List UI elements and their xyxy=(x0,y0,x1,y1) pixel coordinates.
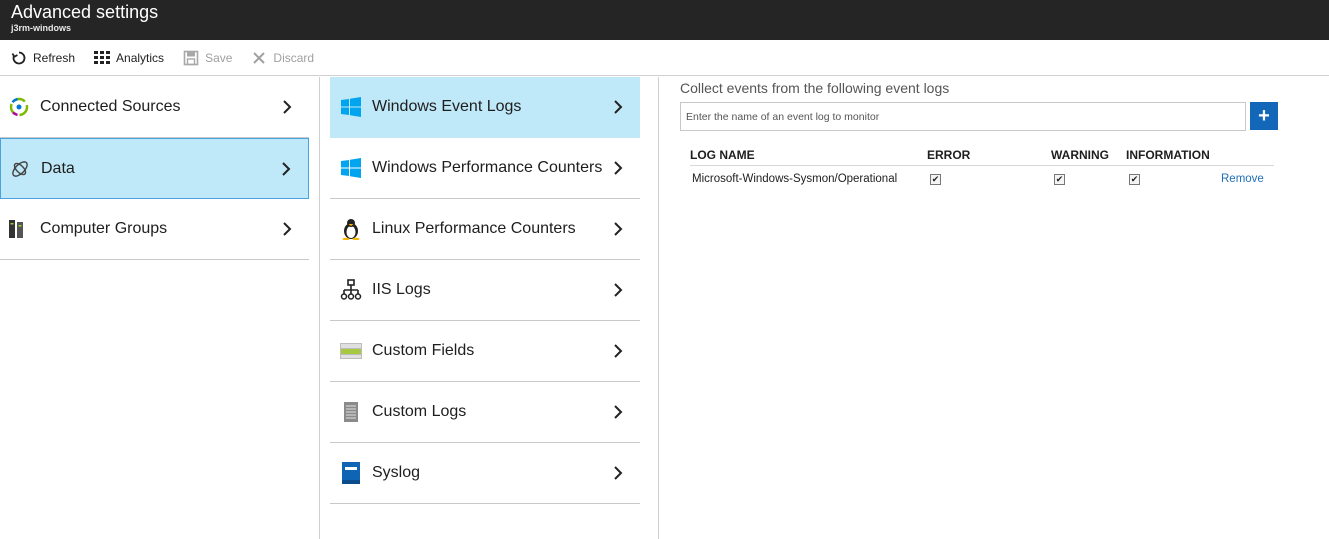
grid-icon xyxy=(94,50,111,66)
chevron-right-icon xyxy=(283,222,292,236)
custom-logs-icon xyxy=(340,401,362,423)
table-row: Microsoft-Windows-Sysmon/Operational ✔ ✔… xyxy=(690,166,1274,185)
discard-label: Discard xyxy=(273,50,315,65)
error-checkbox[interactable]: ✔ xyxy=(930,174,941,185)
chevron-right-icon xyxy=(282,161,291,176)
add-log-row: + xyxy=(680,102,1320,131)
syslog-icon xyxy=(340,462,362,484)
nav-item-label: Windows Event Logs xyxy=(372,98,522,115)
nav-item-windows-performance-counters[interactable]: Windows Performance Counters xyxy=(330,138,640,199)
nav-item-iis-logs[interactable]: IIS Logs xyxy=(330,260,640,321)
column-header-information: INFORMATION xyxy=(1126,148,1221,166)
network-icon xyxy=(340,279,362,301)
column-header-error: ERROR xyxy=(927,148,1051,166)
computer-groups-icon xyxy=(8,218,30,240)
save-button[interactable]: Save xyxy=(183,50,232,66)
column-header-actions xyxy=(1221,148,1274,166)
nav-item-label: IIS Logs xyxy=(372,281,431,298)
nav-item-syslog[interactable]: Syslog xyxy=(330,443,640,504)
column-header-warning: WARNING xyxy=(1051,148,1126,166)
close-icon xyxy=(251,50,267,66)
chevron-right-icon xyxy=(614,222,623,236)
event-logs-panel: Collect events from the following event … xyxy=(680,77,1320,185)
title-bar: Advanced settings j3rm-windows xyxy=(0,0,1329,40)
nav-item-custom-fields[interactable]: Custom Fields xyxy=(330,321,640,382)
windows-icon xyxy=(340,96,362,118)
connected-sources-icon xyxy=(8,96,30,118)
discard-button[interactable]: Discard xyxy=(251,50,314,66)
nav-item-connected-sources[interactable]: Connected Sources xyxy=(0,77,309,138)
linux-icon xyxy=(340,218,362,240)
refresh-icon xyxy=(11,50,27,66)
nav-item-label: Connected Sources xyxy=(40,98,181,115)
chevron-right-icon xyxy=(283,100,292,114)
table-header-row: LOG NAME ERROR WARNING INFORMATION xyxy=(690,148,1274,166)
event-log-input[interactable] xyxy=(680,102,1246,131)
nav-item-linux-performance-counters[interactable]: Linux Performance Counters xyxy=(330,199,640,260)
chevron-right-icon xyxy=(614,466,623,480)
nav-item-label: Custom Fields xyxy=(372,342,475,359)
nav-item-label: Windows Performance Counters xyxy=(372,159,603,176)
remove-link[interactable]: Remove xyxy=(1221,173,1264,185)
chevron-right-icon xyxy=(614,100,623,114)
event-logs-table: LOG NAME ERROR WARNING INFORMATION Micro… xyxy=(690,148,1274,185)
nav-item-label: Syslog xyxy=(372,464,421,481)
settings-nav: Connected Sources Data Computer Groups xyxy=(0,77,309,260)
data-sources-nav: Windows Event Logs Windows Performance C… xyxy=(319,77,659,539)
warning-checkbox[interactable]: ✔ xyxy=(1054,174,1065,185)
refresh-button[interactable]: Refresh xyxy=(11,50,75,66)
analytics-button[interactable]: Analytics xyxy=(94,50,164,66)
data-icon xyxy=(9,158,31,180)
nav-item-label: Data xyxy=(41,159,75,177)
chevron-right-icon xyxy=(614,344,623,358)
toolbar: Refresh Analytics Save Discard xyxy=(0,40,1329,76)
information-checkbox[interactable]: ✔ xyxy=(1129,174,1140,185)
nav-item-data[interactable]: Data xyxy=(0,138,309,199)
section-title: Collect events from the following event … xyxy=(680,80,950,96)
log-name-cell: Microsoft-Windows-Sysmon/Operational xyxy=(692,173,898,185)
add-log-button[interactable]: + xyxy=(1250,102,1278,130)
custom-fields-icon xyxy=(340,340,362,362)
nav-item-custom-logs[interactable]: Custom Logs xyxy=(330,382,640,443)
page-subtitle: j3rm-windows xyxy=(11,23,72,33)
nav-item-windows-event-logs[interactable]: Windows Event Logs xyxy=(330,77,640,138)
save-label: Save xyxy=(205,50,233,65)
nav-item-label: Computer Groups xyxy=(40,220,168,237)
nav-item-computer-groups[interactable]: Computer Groups xyxy=(0,199,309,260)
save-icon xyxy=(183,50,199,66)
windows-icon xyxy=(340,157,362,179)
refresh-label: Refresh xyxy=(33,50,76,65)
nav-item-label: Linux Performance Counters xyxy=(372,220,576,237)
analytics-label: Analytics xyxy=(116,50,165,65)
nav-item-label: Custom Logs xyxy=(372,403,467,420)
chevron-right-icon xyxy=(614,405,623,419)
chevron-right-icon xyxy=(614,283,623,297)
column-header-log-name: LOG NAME xyxy=(690,148,927,166)
chevron-right-icon xyxy=(614,161,623,175)
page-title: Advanced settings xyxy=(11,2,159,22)
